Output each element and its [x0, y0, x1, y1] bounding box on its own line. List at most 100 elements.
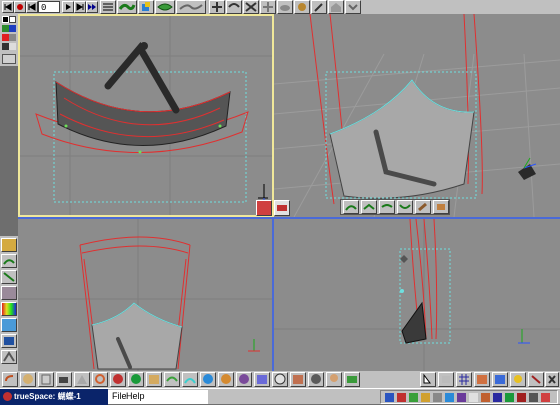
- tray-icon-9[interactable]: [481, 393, 490, 402]
- cylinder-icon[interactable]: [38, 372, 54, 387]
- step-back-icon[interactable]: [26, 1, 38, 13]
- material-icon[interactable]: [164, 372, 180, 387]
- house-icon[interactable]: [328, 0, 344, 14]
- play-icon[interactable]: [62, 1, 74, 13]
- texture-icon[interactable]: [290, 372, 306, 387]
- torus-icon[interactable]: [92, 372, 108, 387]
- color-swatch-light[interactable]: [9, 43, 16, 50]
- material-icon[interactable]: [433, 200, 449, 214]
- light-icon[interactable]: [182, 372, 198, 387]
- tray-icon-12[interactable]: [517, 393, 526, 402]
- snap-icon[interactable]: [438, 372, 454, 387]
- object-library-icon[interactable]: [1, 238, 17, 252]
- viewport-side[interactable]: [274, 219, 560, 371]
- scene-icon[interactable]: [218, 372, 234, 387]
- money-icon[interactable]: [344, 372, 360, 387]
- texture-library-icon[interactable]: [1, 318, 17, 332]
- tray-icon-4[interactable]: [421, 393, 430, 402]
- tree-icon[interactable]: [308, 372, 324, 387]
- cone-icon[interactable]: [74, 372, 90, 387]
- color-swatch-white[interactable]: [9, 16, 16, 23]
- app-title-bar[interactable]: trueSpace: 蝴蝶-1: [0, 389, 108, 405]
- spline-curve-icon[interactable]: [379, 200, 395, 214]
- color-swatch-dark[interactable]: [2, 43, 9, 50]
- layers-icon[interactable]: [155, 0, 175, 14]
- sphere-icon[interactable]: [20, 372, 36, 387]
- tray-icon-13[interactable]: [529, 393, 538, 402]
- tray-icon-14[interactable]: [541, 393, 550, 402]
- record-icon[interactable]: [14, 1, 26, 13]
- undo-icon[interactable]: [345, 0, 361, 14]
- layout-icon[interactable]: [474, 372, 490, 387]
- viewport-top-left[interactable]: [18, 14, 274, 217]
- anim-keys-icon[interactable]: [528, 372, 544, 387]
- spline-close-icon[interactable]: [397, 200, 413, 214]
- path-library-icon[interactable]: [1, 270, 17, 284]
- eyedropper-icon[interactable]: [311, 0, 327, 14]
- frame-number-field[interactable]: 0: [38, 1, 60, 13]
- plane-icon[interactable]: [110, 372, 126, 387]
- spline-tool-icon[interactable]: [343, 200, 359, 214]
- close-panel-icon[interactable]: [545, 372, 559, 387]
- render-icon[interactable]: [200, 372, 216, 387]
- tray-icon-7[interactable]: [457, 393, 466, 402]
- paint-brush-icon[interactable]: [415, 200, 431, 214]
- render-settings-icon[interactable]: [1, 334, 17, 348]
- list-icon[interactable]: [100, 0, 116, 14]
- material-library-icon[interactable]: [1, 286, 17, 300]
- spline-point-icon[interactable]: [361, 200, 377, 214]
- animation-icon[interactable]: [236, 372, 252, 387]
- color-swatch-gray[interactable]: [9, 34, 16, 41]
- scale-icon[interactable]: [243, 0, 259, 14]
- deform-icon[interactable]: [128, 372, 144, 387]
- tray-icon-6[interactable]: [445, 393, 454, 402]
- color-swatch-red[interactable]: [2, 34, 9, 41]
- move-icon[interactable]: [260, 0, 276, 14]
- tray-icon-11[interactable]: [505, 393, 514, 402]
- tray-icon-1[interactable]: [385, 393, 394, 402]
- object-tool-icon[interactable]: [117, 0, 137, 14]
- viewport-front[interactable]: [18, 219, 272, 371]
- window-icon[interactable]: [492, 372, 508, 387]
- left-tool-palette: [0, 236, 18, 372]
- menu-file[interactable]: File: [112, 390, 127, 402]
- light-bulb-icon[interactable]: [510, 372, 526, 387]
- navigate-icon[interactable]: [209, 0, 225, 14]
- character-icon[interactable]: [326, 372, 342, 387]
- grid-icon[interactable]: [272, 372, 288, 387]
- tray-icon-10[interactable]: [493, 393, 502, 402]
- path-icon[interactable]: [254, 372, 270, 387]
- taskbar: trueSpace: 蝴蝶-1 File Help: [0, 388, 560, 405]
- tray-icon-8[interactable]: [469, 393, 478, 402]
- color-swatch-green[interactable]: [2, 25, 9, 32]
- color-swatch-black[interactable]: [2, 16, 9, 23]
- paint-bucket-icon[interactable]: [138, 0, 154, 14]
- top-toolbar: 0: [0, 0, 560, 14]
- animation-library-icon[interactable]: [1, 350, 17, 364]
- select-arrow-icon[interactable]: [420, 372, 436, 387]
- viewport-perspective[interactable]: [274, 14, 560, 217]
- scene-editor-icon[interactable]: [1, 254, 17, 268]
- viewport-side-scene: [274, 219, 560, 371]
- rotate-icon[interactable]: [226, 0, 242, 14]
- fast-forward-icon[interactable]: [86, 1, 98, 13]
- color-swatch-blue[interactable]: [9, 25, 16, 32]
- deform-icon[interactable]: [176, 0, 206, 14]
- grid-view-icon[interactable]: [456, 372, 472, 387]
- viewport-maximize-icon[interactable]: [256, 200, 272, 216]
- grid-snap-icon[interactable]: [2, 54, 16, 64]
- tray-icon-5[interactable]: [433, 393, 442, 402]
- paint-object-icon[interactable]: [294, 0, 310, 14]
- squash-icon[interactable]: [277, 0, 293, 14]
- undo-icon[interactable]: [2, 372, 18, 387]
- paint-icon[interactable]: [146, 372, 162, 387]
- color-picker-icon[interactable]: [1, 302, 17, 316]
- tray-icon-2[interactable]: [397, 393, 406, 402]
- rewind-icon[interactable]: [2, 1, 14, 13]
- menu-help[interactable]: Help: [126, 390, 145, 402]
- tray-icon-3[interactable]: [409, 393, 418, 402]
- viewport-front-scene: [18, 219, 272, 371]
- step-forward-icon[interactable]: [74, 1, 86, 13]
- viewport-swap-icon[interactable]: [274, 200, 290, 216]
- camera-icon[interactable]: [56, 372, 72, 387]
